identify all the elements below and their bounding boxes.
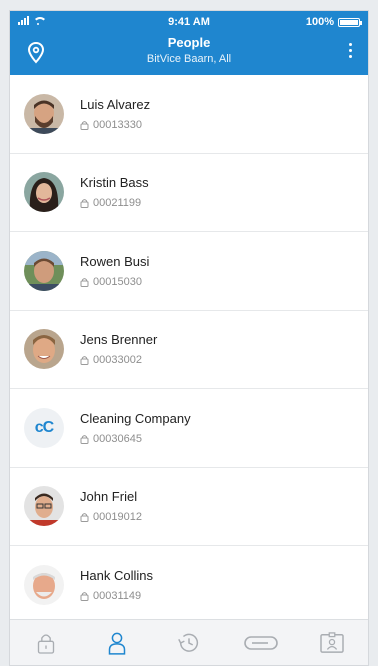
bottom-tab-bar — [10, 619, 368, 665]
phone-screen: 9:41 AM 100% People BitVice Baarn, All L… — [9, 10, 369, 666]
person-code: 00015030 — [93, 275, 142, 288]
tab-keys[interactable] — [239, 623, 283, 663]
page-subtitle: BitVice Baarn, All — [146, 53, 232, 65]
small-lock-icon — [80, 434, 89, 444]
app-header: 9:41 AM 100% People BitVice Baarn, All — [10, 11, 368, 75]
badge-icon — [320, 631, 344, 653]
person-code: 00019012 — [93, 511, 142, 524]
person-name: Jens Brenner — [80, 332, 158, 348]
person-code: 00013330 — [93, 118, 142, 131]
avatar — [24, 250, 64, 291]
small-lock-icon — [80, 512, 89, 523]
tab-locks[interactable] — [24, 623, 68, 663]
person-icon — [109, 632, 126, 655]
battery-percent: 100% — [305, 16, 334, 28]
people-list: Luis Alvarez 00013330 Kristin Bass 00021… — [10, 75, 368, 621]
small-lock-icon — [80, 355, 89, 366]
page-title: People — [167, 35, 211, 50]
list-item[interactable]: Jens Brenner 00033002 — [10, 311, 368, 389]
history-icon — [178, 633, 199, 652]
person-code: 00031149 — [93, 589, 142, 602]
battery-icon — [338, 17, 362, 27]
list-item[interactable]: cC Cleaning Company 00030645 — [10, 389, 368, 468]
list-item[interactable]: Luis Alvarez 00013330 — [10, 75, 368, 154]
list-item[interactable]: John Friel 00019012 — [10, 468, 368, 546]
avatar — [24, 93, 64, 134]
battery-group: 100% — [305, 16, 362, 28]
list-item[interactable]: Hank Collins 00031149 — [10, 546, 368, 621]
lock-icon — [37, 633, 54, 654]
person-code: 00030645 — [93, 432, 142, 445]
small-lock-icon — [80, 277, 89, 287]
status-bar: 9:41 AM 100% — [10, 11, 368, 33]
avatar — [24, 564, 64, 605]
list-item[interactable]: Rowen Busi 00015030 — [10, 232, 368, 311]
avatar — [24, 329, 64, 370]
more-options-icon[interactable] — [340, 43, 360, 65]
person-code: 00033002 — [93, 354, 142, 367]
key-card-icon — [243, 635, 278, 650]
person-name: Hank Collins — [80, 567, 153, 583]
person-name: Luis Alvarez — [80, 96, 151, 112]
avatar — [24, 486, 64, 527]
avatar-initials: cC — [24, 407, 64, 448]
avatar — [24, 172, 64, 213]
small-lock-icon — [80, 198, 89, 209]
tab-people[interactable] — [95, 623, 139, 663]
person-name: John Friel — [80, 489, 138, 505]
person-code: 00021199 — [93, 197, 142, 210]
person-name: Kristin Bass — [80, 175, 149, 191]
tab-badges[interactable] — [310, 623, 354, 663]
list-item[interactable]: Kristin Bass 00021199 — [10, 154, 368, 232]
small-lock-icon — [80, 591, 89, 601]
person-name: Cleaning Company — [80, 410, 191, 426]
tab-history[interactable] — [167, 623, 211, 663]
person-name: Rowen Busi — [80, 253, 150, 269]
small-lock-icon — [80, 120, 89, 130]
